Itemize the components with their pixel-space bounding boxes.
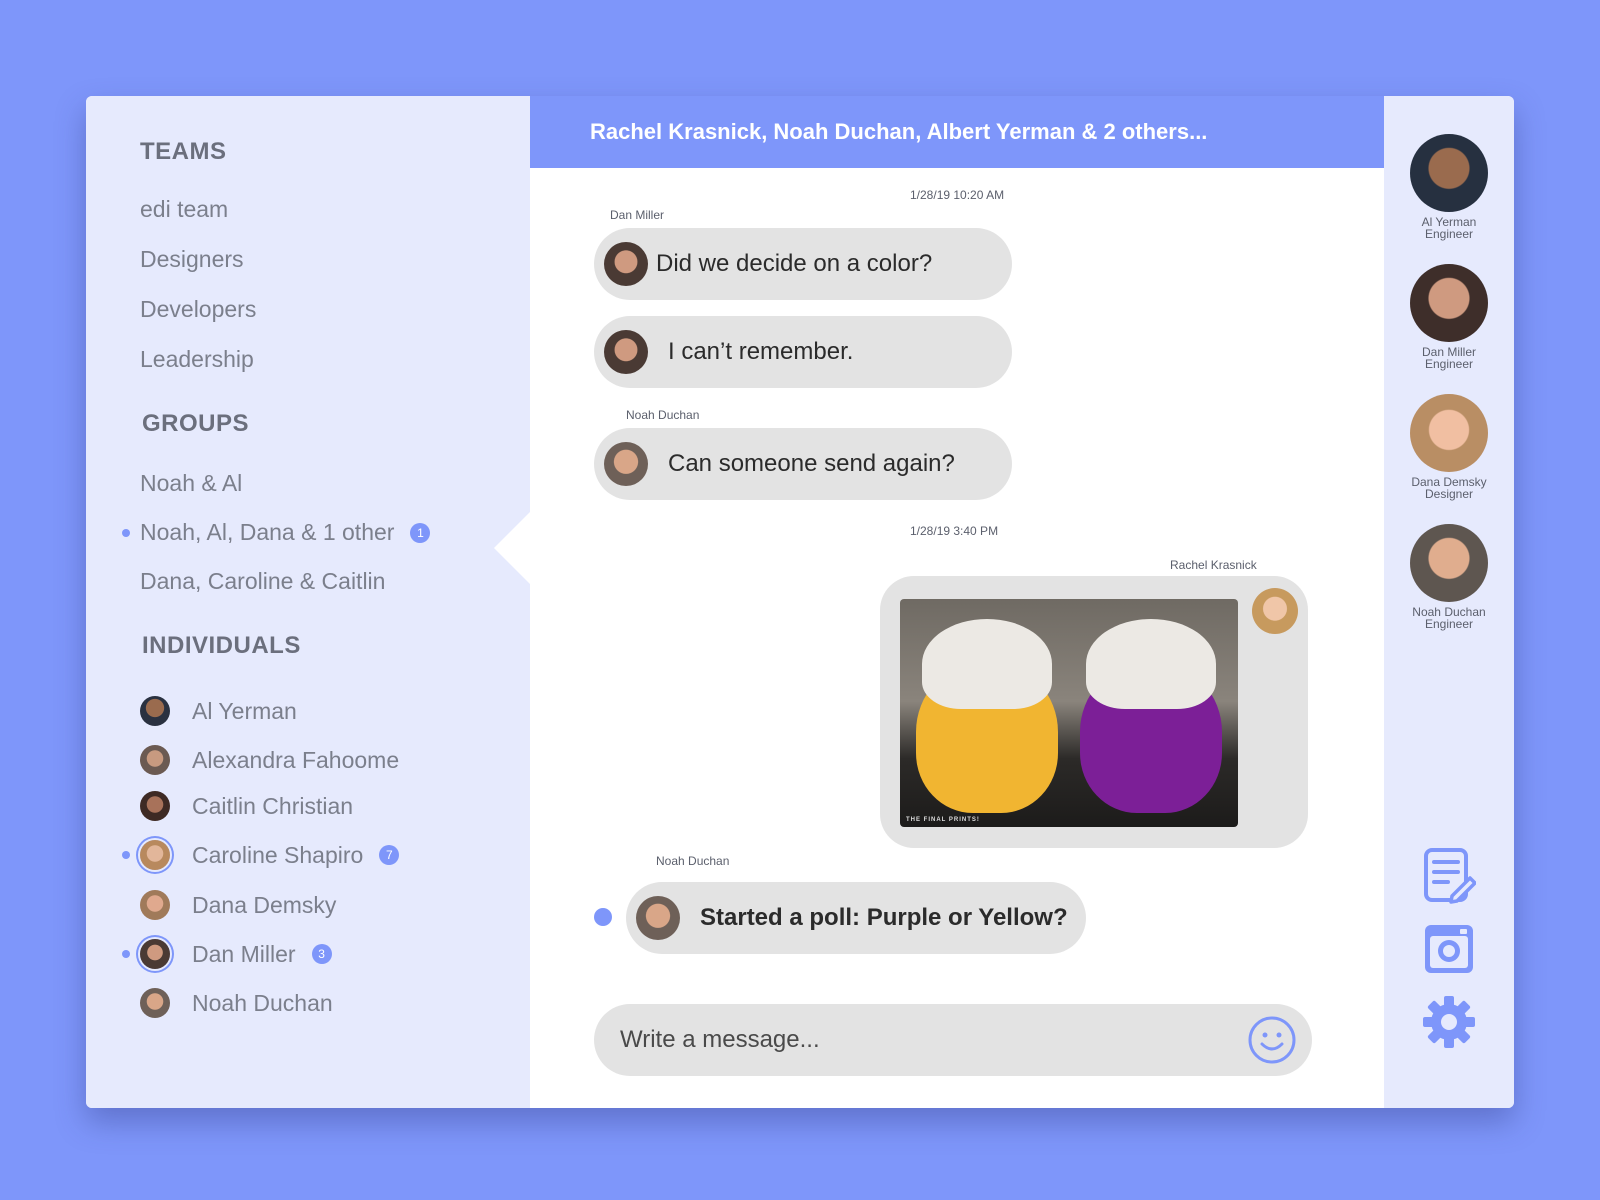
unread-count-badge: 7 <box>379 845 400 865</box>
individual-item-al-yerman[interactable]: Al Yerman <box>140 696 297 726</box>
unread-dot <box>122 528 130 537</box>
individual-item-dana-demsky[interactable]: Dana Demsky <box>140 890 336 920</box>
message-sender: Noah Duchan <box>626 408 700 422</box>
member-role: Designer <box>1424 487 1474 501</box>
individual-item-noah-duchan[interactable]: Noah Duchan <box>140 988 333 1018</box>
member-al-yerman[interactable]: Al Yerman Engineer <box>1384 134 1514 240</box>
message-sender: Dan Miller <box>610 208 665 222</box>
photo-caption: THE FINAL PRINTS! <box>906 817 980 823</box>
individual-item-alexandra-fahoome[interactable]: Alexandra Fahoome <box>140 745 399 775</box>
avatar <box>636 896 680 940</box>
gear-icon[interactable] <box>1422 994 1476 1050</box>
notes-edit-icon[interactable] <box>1422 846 1476 904</box>
poll-message-bubble[interactable]: Started a poll: Purple or Yellow? <box>626 882 1086 954</box>
message-input-placeholder: Write a message... <box>620 1026 820 1053</box>
message-text: I can’t remember. <box>668 338 854 365</box>
avatar <box>1410 524 1488 602</box>
avatar <box>1252 588 1298 634</box>
group-item-noah-al-dana[interactable]: Noah, Al, Dana & 1 other 1 <box>122 519 431 546</box>
member-role: Engineer <box>1424 357 1474 371</box>
unread-dot <box>122 851 130 859</box>
emoji-icon[interactable] <box>1246 1014 1298 1066</box>
avatar <box>604 330 648 374</box>
active-conversation-pointer <box>494 512 530 584</box>
avatar <box>140 988 170 1018</box>
message-bubble: Did we decide on a color? <box>594 228 1012 300</box>
member-role: Engineer <box>1424 227 1474 241</box>
device-cap <box>1086 619 1216 709</box>
groups-section-title: GROUPS <box>142 410 250 437</box>
individual-name: Dan Miller <box>192 940 296 967</box>
individual-name: Al Yerman <box>192 697 297 724</box>
member-dana-demsky[interactable]: Dana Demsky Designer <box>1384 394 1514 500</box>
message-input[interactable]: Write a message... <box>594 1004 1312 1076</box>
avatar <box>1410 134 1488 212</box>
individual-item-caroline-shapiro[interactable]: Caroline Shapiro 7 <box>122 840 400 870</box>
team-item-leadership[interactable]: Leadership <box>140 346 254 373</box>
message-text: Did we decide on a color? <box>656 250 933 277</box>
individual-item-caitlin-christian[interactable]: Caitlin Christian <box>140 791 353 821</box>
message-sender: Rachel Krasnick <box>1170 558 1257 572</box>
message-bubble: Can someone send again? <box>594 428 1012 500</box>
avatar <box>140 696 170 726</box>
individuals-section-title: INDIVIDUALS <box>142 632 301 659</box>
group-item-noah-al[interactable]: Noah & Al <box>140 470 242 497</box>
message-timestamp: 1/28/19 10:20 AM <box>910 188 1005 202</box>
avatar <box>604 442 648 486</box>
image-message-bubble: THE FINAL PRINTS! <box>880 576 1308 848</box>
avatar <box>140 890 170 920</box>
sidebar: TEAMS edi team Designers Developers Lead… <box>86 96 530 1108</box>
conversation-title: Rachel Krasnick, Noah Duchan, Albert Yer… <box>530 96 1384 168</box>
individual-name: Caitlin Christian <box>192 792 354 819</box>
message-sender: Noah Duchan <box>656 854 730 868</box>
individual-item-dan-miller[interactable]: Dan Miller 3 <box>122 939 332 969</box>
members-rail: Al Yerman Engineer Dan Miller Engineer D… <box>1384 96 1514 1108</box>
member-noah-duchan[interactable]: Noah Duchan Engineer <box>1384 524 1514 630</box>
message-text: Started a poll: Purple or Yellow? <box>700 904 1068 931</box>
group-label: Noah & Al <box>140 470 243 496</box>
chat-app: TEAMS edi team Designers Developers Lead… <box>86 96 1514 1108</box>
avatar <box>140 745 170 775</box>
individual-name: Alexandra Fahoome <box>192 746 400 773</box>
team-item-designers[interactable]: Designers <box>140 246 244 273</box>
avatar <box>1410 394 1488 472</box>
unread-dot <box>594 908 612 926</box>
individual-name: Caroline Shapiro <box>192 841 364 868</box>
shared-photo[interactable]: THE FINAL PRINTS! <box>900 599 1238 827</box>
member-dan-miller[interactable]: Dan Miller Engineer <box>1384 264 1514 370</box>
team-item-developers[interactable]: Developers <box>140 296 256 323</box>
avatar <box>140 840 170 870</box>
avatar <box>140 939 170 969</box>
individual-name: Noah Duchan <box>192 989 333 1016</box>
unread-count-badge: 1 <box>410 522 431 543</box>
team-item-edi-team[interactable]: edi team <box>140 196 228 223</box>
message-timestamp: 1/28/19 3:40 PM <box>910 524 999 538</box>
message-bubble: I can’t remember. <box>594 316 1012 388</box>
teams-section-title: TEAMS <box>140 138 227 165</box>
individual-name: Dana Demsky <box>192 891 337 918</box>
member-role: Engineer <box>1424 617 1474 631</box>
instagram-icon[interactable] <box>1422 922 1476 976</box>
unread-count-badge: 3 <box>311 944 332 964</box>
chat-panel: Rachel Krasnick, Noah Duchan, Albert Yer… <box>530 96 1384 1108</box>
group-item-dana-caroline-caitlin[interactable]: Dana, Caroline & Caitlin <box>140 568 385 595</box>
avatar <box>1410 264 1488 342</box>
message-text: Can someone send again? <box>668 450 955 477</box>
group-label: Noah, Al, Dana & 1 other <box>140 519 395 545</box>
group-label: Dana, Caroline & Caitlin <box>140 568 386 594</box>
device-cap <box>922 619 1052 709</box>
avatar <box>604 242 648 286</box>
avatar <box>140 791 170 821</box>
unread-dot <box>122 950 130 958</box>
